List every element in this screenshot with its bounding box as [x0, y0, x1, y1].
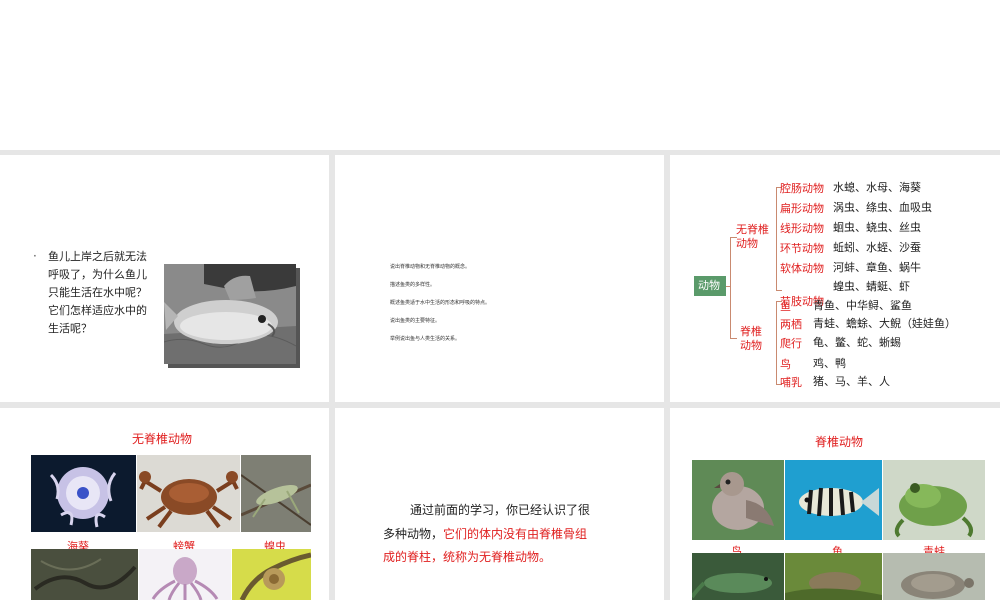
goal-item-2: 描述鱼类的多样性。: [390, 282, 436, 288]
mammal-photo: [785, 553, 882, 600]
slide-vertebrate-photos[interactable]: 脊椎动物 鸟 鱼 青蛙: [670, 408, 1000, 600]
invertebrate-label-2: 动物: [736, 237, 758, 250]
question-line-4: 它们怎样适应水中的: [48, 304, 147, 317]
invert-ex-3: 蛔虫、蛲虫、丝虫: [833, 221, 921, 234]
invert-cat-1: 腔肠动物: [780, 182, 824, 195]
slide-learning-goals[interactable]: 说出脊椎动物和无脊椎动物的概念。 描述鱼类的多样性。 概述鱼类适于水中生活的形态…: [335, 155, 664, 402]
vertebrate-label-1: 脊椎: [740, 325, 762, 338]
goal-item-5: 举例说出鱼与人类生活的关系。: [390, 336, 461, 342]
slide-invertebrate-definition[interactable]: 通过前面的学习，你已经认识了很 多种动物， 它们的体内没有由脊椎骨组 成的脊柱，…: [335, 408, 664, 600]
definition-line-2b: 它们的体内没有由脊椎骨组: [443, 527, 588, 541]
vert-ex-4: 鸡、鸭: [813, 357, 846, 370]
invertebrate-title: 无脊椎动物: [132, 432, 193, 446]
frog-photo: [883, 460, 985, 540]
goal-item-1: 说出脊椎动物和无脊椎动物的概念。: [390, 264, 471, 270]
vert-ex-1: 青鱼、中华鲟、鲨鱼: [813, 299, 912, 312]
question-line-3: 只能生活在水中呢？: [48, 286, 147, 299]
question-line-5: 生活呢？: [48, 322, 92, 335]
vert-cat-3: 爬行: [780, 337, 802, 350]
invertebrate-label-1: 无脊椎: [736, 223, 769, 236]
slide-animal-classification[interactable]: 动物 无脊椎 动物 脊椎 动物 腔肠动物 水螅、水母、海葵 扁形动物 涡虫、绦虫…: [670, 155, 1000, 402]
question-line-1: 鱼儿上岸之后就无法: [48, 250, 147, 263]
worm-photo: [31, 549, 138, 600]
fish-photo: [785, 460, 882, 540]
bullet-marker: ·: [33, 249, 37, 263]
goal-item-4: 说出鱼类的主要特征。: [390, 318, 441, 324]
definition-line-2a: 多种动物，: [383, 527, 444, 541]
definition-line-1: 通过前面的学习，你已经认识了很: [410, 503, 591, 517]
invert-ex-2: 涡虫、绦虫、血吸虫: [833, 201, 932, 214]
lizard-photo: [692, 553, 784, 600]
vertebrate-label-2: 动物: [740, 339, 762, 352]
slide-invertebrate-photos[interactable]: 无脊椎动物 海葵 螃蟹 蝗虫: [0, 408, 329, 600]
question-line-2: 呼吸了，为什么鱼儿: [48, 268, 147, 281]
blank-top-area: [0, 0, 1000, 150]
crab-photo: [137, 455, 240, 532]
vert-cat-2: 两栖: [780, 318, 802, 331]
sea-anemone-photo: [31, 455, 136, 532]
vert-ex-5: 猪、马、羊、人: [813, 375, 890, 388]
vert-cat-4: 鸟: [780, 358, 791, 371]
octopus-photo: [139, 549, 231, 600]
bird-photo: [692, 460, 784, 540]
invert-cat-4: 环节动物: [780, 242, 824, 255]
invert-ex-5: 河蚌、章鱼、蜗牛: [833, 261, 921, 274]
invert-cat-2: 扁形动物: [780, 202, 824, 215]
root-label: 动物: [698, 279, 720, 292]
invert-ex-4: 蚯蚓、水蛭、沙蚕: [833, 241, 921, 254]
vert-cat-5: 哺乳: [780, 376, 802, 389]
root-connector: [726, 286, 730, 287]
snail-photo: [232, 549, 311, 600]
goal-item-3: 概述鱼类适于水中生活的形态和呼吸的特点。: [390, 300, 491, 306]
turtle-photo: [883, 553, 985, 600]
vert-ex-2: 青蛙、蟾蜍、大鲵（娃娃鱼）: [813, 317, 956, 330]
invert-cat-5: 软体动物: [780, 262, 824, 275]
slide-fish-question[interactable]: · 鱼儿上岸之后就无法 呼吸了，为什么鱼儿 只能生活在水中呢？ 它们怎样适应水中…: [0, 155, 329, 402]
vert-cat-1: 鱼: [780, 300, 791, 313]
invert-ex-1: 水螅、水母、海葵: [833, 181, 921, 194]
definition-line-3: 成的脊柱，统称为无脊椎动物。: [383, 550, 552, 564]
fish-on-land-photo: [164, 264, 296, 364]
invert-cat-3: 线形动物: [780, 222, 824, 235]
vertebrate-title: 脊椎动物: [815, 435, 864, 449]
root-bracket: [730, 237, 737, 339]
vert-ex-3: 龟、鳖、蛇、蜥蜴: [813, 336, 901, 349]
grasshopper-photo: [241, 455, 311, 532]
invert-ex-6: 蝗虫、蜻蜓、虾: [833, 280, 910, 293]
